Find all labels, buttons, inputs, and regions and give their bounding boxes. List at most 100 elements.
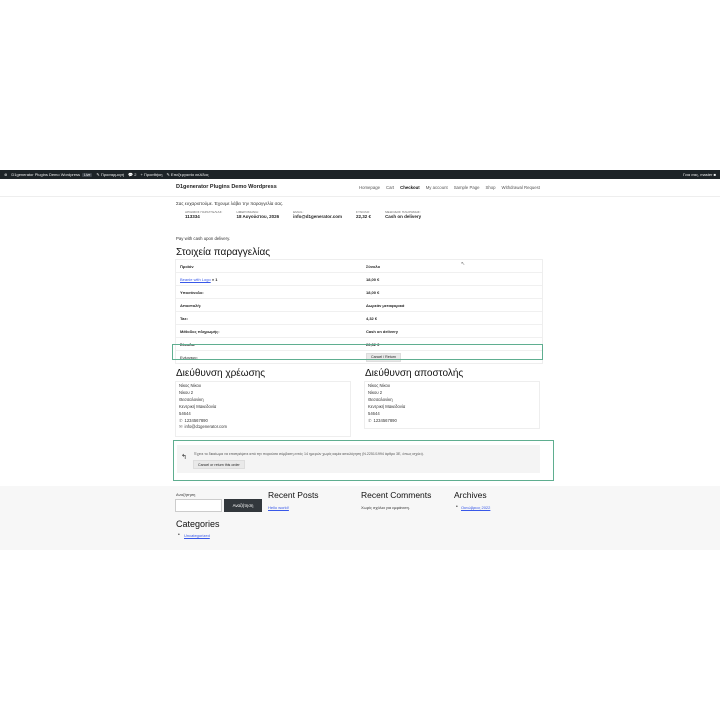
row-value: 18,00 €: [366, 289, 380, 295]
overview-value: 18 Αυγούστου, 2026: [236, 214, 280, 219]
billing-address-title: Διεύθυνση χρέωσης: [176, 368, 266, 379]
admin-account-link[interactable]: Γεια σας, master ■: [683, 172, 716, 177]
address-line: Νίκου 2: [368, 389, 383, 395]
search-label: Αναζήτηση: [176, 492, 196, 497]
avatar: ■: [713, 172, 716, 177]
row-label: Tax:: [180, 315, 188, 321]
column-header-total: Σύνολο: [366, 263, 381, 269]
admin-edit-link[interactable]: ✎ Επεξεργασία σελίδας: [166, 172, 208, 177]
comment-icon: 💬: [128, 172, 134, 177]
address-line: Νίκος Νίκου: [179, 383, 202, 388]
phone-icon: ✆: [368, 417, 372, 423]
bullet-icon: •: [456, 504, 458, 510]
table-row: Υποσύνολο: 18,00 €: [176, 286, 542, 299]
payment-instructions: Pay with cash upon delivery.: [176, 236, 231, 241]
phone-icon: ✆: [179, 417, 183, 423]
row-label: Αποστολή:: [180, 302, 202, 308]
nav-homepage[interactable]: Homepage: [359, 185, 380, 190]
address-line: Νίκου 2: [179, 389, 194, 395]
recent-comments-title: Recent Comments: [361, 490, 432, 500]
table-row-product: Beanie with Logo × 1 18,00 €: [176, 273, 542, 286]
table-row: Αποστολή: Δωρεάν μεταφορικά: [176, 299, 542, 312]
nav-cart[interactable]: Cart: [386, 185, 394, 190]
admin-site-name: D1generator Plugins Demo Wordpress: [11, 172, 80, 177]
overview-payment-method: ΜΕΘΟΔΟΣ ΠΛΗΡΩΜΗΣ: Cash on delivery: [385, 210, 421, 219]
row-value: Cash on delivery: [366, 328, 399, 334]
wordpress-logo-icon[interactable]: ⊛: [4, 172, 7, 177]
no-comments-text: Χωρίς σχόλια για εμφάνιση.: [361, 505, 410, 510]
product-link[interactable]: Beanie with Logo: [180, 277, 211, 282]
row-value: Δωρεάν μεταφορικά: [366, 302, 405, 308]
shipping-address-title: Διεύθυνση αποστολής: [365, 368, 464, 379]
admin-comments-link[interactable]: 💬 2: [128, 172, 136, 177]
archives-title: Archives: [454, 490, 487, 500]
category-link[interactable]: Uncategorized: [184, 533, 210, 538]
billing-address: Νίκος Νίκου Νίκου 2 Θεσσαλονίκη Κεντρική…: [175, 381, 351, 437]
brush-icon: ✎: [96, 172, 100, 177]
main-nav: Homepage Cart Checkout My account Sample…: [359, 185, 540, 190]
table-row: Tax: 4,32 €: [176, 312, 542, 325]
phone-value: 1234567890: [184, 417, 208, 423]
admin-new-link[interactable]: + Προσθήκη: [140, 172, 162, 177]
thank-you-message: Σας ευχαριστούμε. Έχουμε λάβει την παραγ…: [176, 201, 284, 206]
address-line: Κεντρική Μακεδονία: [368, 403, 406, 409]
cancel-or-return-order-button[interactable]: Cancel or return this order: [193, 460, 245, 469]
overview-value: Cash on delivery: [385, 214, 422, 219]
site-title[interactable]: D1generator Plugins Demo Wordpress: [176, 184, 277, 190]
admin-site-link[interactable]: D1generator Plugins Demo Wordpress Live: [11, 172, 93, 177]
nav-my-account[interactable]: My account: [426, 185, 448, 190]
archive-link[interactable]: Οκτώβριος 2022: [461, 505, 490, 510]
overview-value: 22,32 €: [356, 214, 372, 219]
product-quantity: × 1: [211, 276, 218, 282]
column-header-product: Προϊόν: [180, 263, 194, 269]
address-line: Θεσσαλονίκη: [179, 396, 204, 402]
table-row: Μέθοδος πληρωμής: Cash on delivery: [176, 325, 542, 338]
pencil-icon: ✎: [166, 172, 170, 177]
overview-value: 113334: [185, 214, 200, 219]
nav-withdrawal-request[interactable]: Withdrawal Request: [502, 185, 540, 190]
search-button[interactable]: Αναζήτηση: [224, 499, 262, 512]
return-arrow-icon: ↰: [181, 454, 187, 461]
nav-checkout[interactable]: Checkout: [400, 185, 420, 190]
address-line: 54644: [368, 410, 380, 416]
product-total: 18,00 €: [366, 276, 380, 282]
shipping-address: Νίκος Νίκου Νίκου 2 Θεσσαλονίκη Κεντρική…: [364, 381, 540, 429]
phone-value: 1234567890: [373, 417, 397, 423]
order-overview: ΑΡΙΘΜΟΣ ΠΑΡΑΓΓΕΛΙΑΣ: 113334 ΗΜΕΡΟΜΗΝΙΑ: …: [185, 210, 421, 219]
nav-shop[interactable]: Shop: [486, 185, 496, 190]
admin-bar: ⊛ D1generator Plugins Demo Wordpress Liv…: [0, 170, 720, 179]
admin-customize-link[interactable]: ✎ Προσαρμογή: [96, 172, 124, 177]
admin-comments-count: 2: [134, 172, 137, 177]
overview-total: ΣΥΝΟΛΟ: 22,32 €: [356, 210, 371, 219]
row-label: Μέθοδος πληρωμής:: [180, 328, 220, 334]
table-header-row: Προϊόν Σύνολο: [176, 260, 542, 273]
row-value: 4,32 €: [366, 315, 378, 321]
bullet-icon: •: [178, 532, 180, 538]
admin-edit-label: Επεξεργασία σελίδας: [170, 172, 209, 177]
shipping-phone: ✆ 1234567890: [368, 418, 536, 425]
billing-phone: ✆ 1234567890: [179, 418, 347, 425]
row-label: Υποσύνολο:: [180, 289, 204, 295]
overview-email: EMAIL: info@d1generator.com: [293, 210, 342, 219]
categories-title: Categories: [176, 519, 220, 529]
return-notice-text: Έχετε το δικαίωμα να επιστρέψετε από την…: [194, 452, 424, 456]
overview-order-number: ΑΡΙΘΜΟΣ ΠΑΡΑΓΓΕΛΙΑΣ: 113334: [185, 210, 222, 219]
recent-posts-title: Recent Posts: [268, 490, 319, 500]
search-input[interactable]: [175, 499, 222, 512]
footer-widgets: [0, 486, 720, 550]
overview-value: info@d1generator.com: [293, 214, 343, 219]
address-line: Θεσσαλονίκη: [368, 396, 393, 402]
product-cell: Beanie with Logo × 1: [176, 277, 363, 282]
recent-post-link[interactable]: Hello world!: [268, 505, 289, 510]
live-badge: Live: [81, 172, 93, 177]
overview-date: ΗΜΕΡΟΜΗΝΙΑ: 18 Αυγούστου, 2026: [236, 210, 279, 219]
nav-sample-page[interactable]: Sample Page: [454, 185, 480, 190]
order-details-title: Στοιχεία παραγγελίας: [176, 247, 271, 258]
address-line: Κεντρική Μακεδονία: [179, 403, 217, 409]
billing-email: ✉ info@d1generator.com: [179, 424, 347, 431]
site-header: D1generator Plugins Demo Wordpress Homep…: [176, 180, 540, 194]
admin-customize-label: Προσαρμογή: [100, 172, 125, 177]
header-divider: [0, 196, 720, 197]
email-value: info@d1generator.com: [184, 424, 227, 430]
address-line: 54644: [179, 410, 191, 416]
